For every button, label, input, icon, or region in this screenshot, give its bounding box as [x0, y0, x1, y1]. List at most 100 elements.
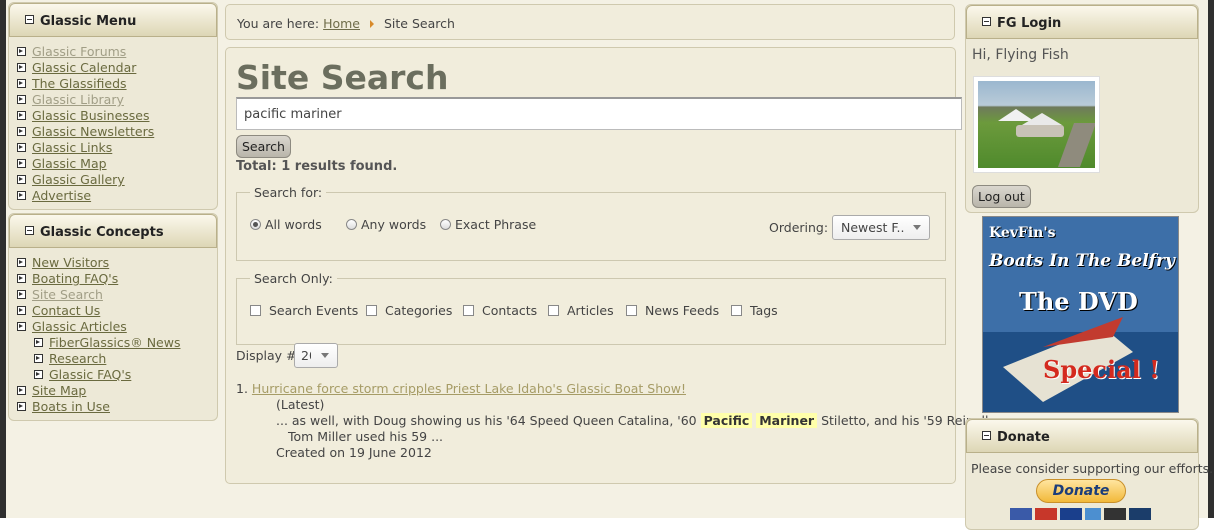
radio-icon[interactable] [440, 219, 451, 230]
bullet-arrow-icon [34, 370, 43, 379]
ordering-value: Newest F.. [841, 220, 905, 235]
user-avatar [973, 76, 1100, 173]
visa-card-icon [1060, 508, 1082, 520]
bullet-arrow-icon [17, 306, 26, 315]
collapse-icon[interactable] [25, 226, 34, 235]
menu-link[interactable]: Glassic Calendar [32, 60, 136, 75]
search-main-panel: Site Search Search Total: 1 results foun… [225, 47, 989, 484]
menu-link[interactable]: Glassic Newsletters [32, 124, 154, 139]
radio-all-words[interactable]: All words [250, 217, 322, 232]
collapse-icon[interactable] [982, 17, 991, 26]
menu-link[interactable]: Glassic Forums [32, 44, 126, 59]
menu-item[interactable]: Contact Us [17, 303, 217, 319]
menu-item[interactable]: Glassic Newsletters [17, 124, 217, 140]
filter-label: Articles [567, 303, 614, 318]
menu-link[interactable]: Boating FAQ's [32, 271, 118, 286]
filter-label: Tags [750, 303, 778, 318]
menu-item[interactable]: FiberGlassics® News [34, 335, 217, 351]
menu-item[interactable]: Glassic Map [17, 156, 217, 172]
menu-link[interactable]: Research [49, 351, 106, 366]
search-input[interactable] [236, 97, 962, 130]
result-item: 1. Hurricane force storm cripples Priest… [236, 381, 686, 396]
menu-item[interactable]: Glassic FAQ's [34, 367, 217, 383]
checkbox-icon[interactable] [731, 305, 742, 316]
checkbox-icon[interactable] [250, 305, 261, 316]
login-title: FG Login [997, 16, 1062, 31]
filter-checkbox[interactable]: Contacts [463, 303, 537, 318]
menu-link[interactable]: Glassic Businesses [32, 108, 150, 123]
menu-link[interactable]: Site Search [32, 287, 103, 302]
bullet-arrow-icon [17, 274, 26, 283]
bullet-arrow-icon [17, 290, 26, 299]
menu-item[interactable]: Site Map [17, 383, 217, 399]
radio-selected-icon[interactable] [250, 219, 261, 230]
menu-item[interactable]: Glassic Gallery [17, 172, 217, 188]
radio-exact-phrase[interactable]: Exact Phrase [440, 217, 536, 232]
result-title-link[interactable]: Hurricane force storm cripples Priest La… [252, 381, 686, 396]
checkbox-icon[interactable] [463, 305, 474, 316]
dvd-banner-ad[interactable]: KevFin's Boats In The Belfry The DVD Spe… [982, 216, 1179, 413]
menu-item[interactable]: Glassic Forums [17, 44, 217, 60]
result-created-date: Created on 19 June 2012 [276, 445, 432, 460]
bullet-arrow-icon [17, 143, 26, 152]
filter-checkbox[interactable]: Search Events [250, 303, 358, 318]
bullet-arrow-icon [17, 258, 26, 267]
checkbox-icon[interactable] [366, 305, 377, 316]
menu-link[interactable]: FiberGlassics® News [49, 335, 180, 350]
radio-exact-phrase-label: Exact Phrase [455, 217, 537, 232]
menu-link[interactable]: New Visitors [32, 255, 109, 270]
filter-checkbox[interactable]: Categories [366, 303, 452, 318]
menu-item[interactable]: Boating FAQ's [17, 271, 217, 287]
result-snippet: ... as well, with Doug showing us his '6… [276, 413, 989, 428]
maestro-card-icon [1010, 508, 1032, 520]
mastercard-icon [1035, 508, 1057, 520]
menu-item[interactable]: Research [34, 351, 217, 367]
glassic-menu-header: Glassic Menu [9, 3, 217, 37]
menu-link[interactable]: Advertise [32, 188, 91, 203]
menu-item[interactable]: New Visitors [17, 255, 217, 271]
donate-button[interactable]: Donate [1036, 479, 1126, 503]
breadcrumb-separator-icon [369, 20, 374, 28]
filter-checkbox[interactable]: Articles [548, 303, 614, 318]
menu-link[interactable]: Glassic Links [32, 140, 112, 155]
menu-item[interactable]: Advertise [17, 188, 217, 204]
menu-item[interactable]: The Glassifieds [17, 76, 217, 92]
menu-item[interactable]: Boats in Use [17, 399, 217, 415]
collapse-icon[interactable] [982, 431, 991, 440]
menu-item[interactable]: Glassic Calendar [17, 60, 217, 76]
display-count-select[interactable]: 20 [294, 343, 338, 368]
filter-checkbox[interactable]: Tags [731, 303, 778, 318]
bullet-arrow-icon [17, 402, 26, 411]
menu-link[interactable]: Glassic Articles [32, 319, 127, 334]
checkbox-icon[interactable] [626, 305, 637, 316]
menu-link[interactable]: Glassic Map [32, 156, 107, 171]
chevron-down-icon [913, 225, 921, 230]
results-total: Total: 1 results found. [236, 159, 398, 174]
menu-item[interactable]: Glassic Links [17, 140, 217, 156]
menu-link[interactable]: Boats in Use [32, 399, 110, 414]
menu-link[interactable]: Contact Us [32, 303, 100, 318]
ordering-select[interactable]: Newest F.. [832, 215, 930, 240]
radio-any-words[interactable]: Any words [346, 217, 426, 232]
menu-link[interactable]: Site Map [32, 383, 86, 398]
breadcrumb-prefix: You are here: [237, 16, 320, 31]
menu-item[interactable]: Glassic Businesses [17, 108, 217, 124]
checkbox-icon[interactable] [548, 305, 559, 316]
menu-link[interactable]: Glassic Gallery [32, 172, 125, 187]
menu-item[interactable]: Glassic Articles [17, 319, 217, 335]
menu-item[interactable]: Site Search [17, 287, 217, 303]
breadcrumb-home-link[interactable]: Home [323, 16, 360, 31]
radio-icon[interactable] [346, 219, 357, 230]
payment-card-icons [1010, 508, 1151, 520]
filter-checkbox[interactable]: News Feeds [626, 303, 719, 318]
menu-link[interactable]: Glassic FAQ's [49, 367, 131, 382]
collapse-icon[interactable] [25, 15, 34, 24]
logout-button[interactable]: Log out [972, 185, 1031, 208]
chevron-down-icon [321, 353, 329, 358]
menu-link[interactable]: Glassic Library [32, 92, 124, 107]
radio-any-words-label: Any words [361, 217, 427, 232]
filter-label: Contacts [482, 303, 538, 318]
search-button[interactable]: Search [236, 135, 291, 158]
menu-item[interactable]: Glassic Library [17, 92, 217, 108]
menu-link[interactable]: The Glassifieds [32, 76, 127, 91]
